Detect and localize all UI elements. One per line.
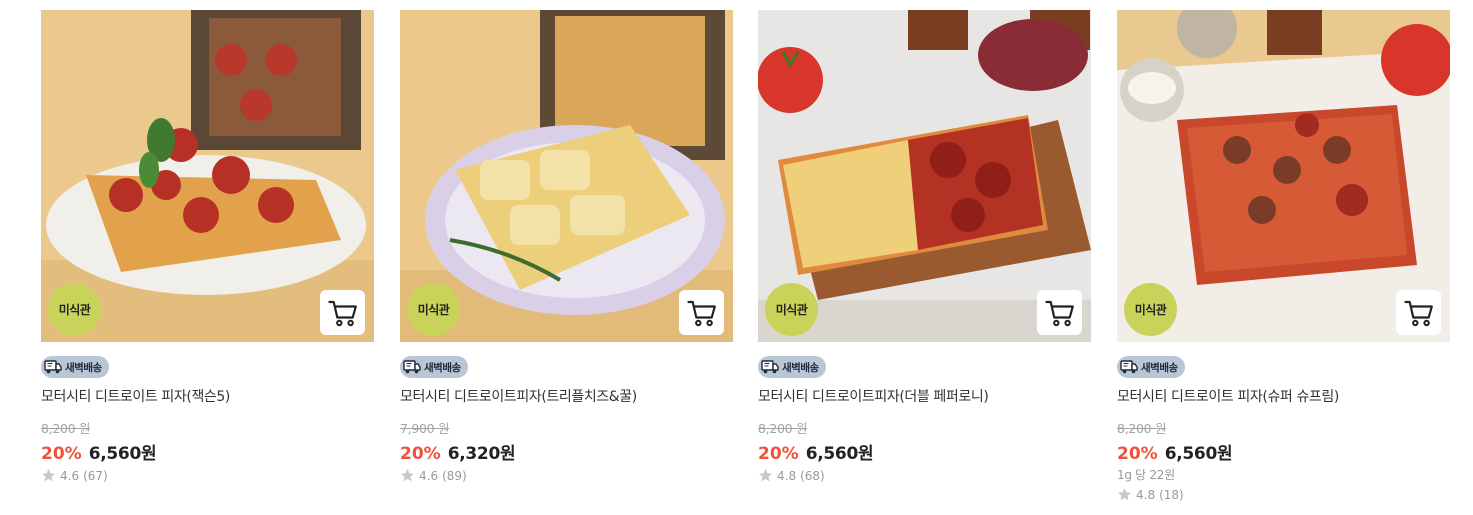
rating: 4.6 (89) <box>400 468 467 483</box>
sale-price: 6,560원 <box>88 444 157 464</box>
product-image[interactable]: 미식관 <box>41 10 374 342</box>
truck-icon <box>1120 359 1138 375</box>
product-card[interactable]: 미식관 새벽배송 모터시티 디트로이트피자(더블 페퍼로니) 8,200 원 2… <box>758 10 1091 510</box>
cart-icon <box>687 299 717 327</box>
delivery-label: 새벽배송 <box>424 361 461 374</box>
truck-icon <box>403 359 421 375</box>
sale-price: 6,560원 <box>1164 444 1233 464</box>
original-price: 8,200 원 <box>758 421 808 436</box>
discount-rate: 20% <box>1117 444 1158 464</box>
original-price: 7,900 원 <box>400 421 450 436</box>
original-price: 8,200 원 <box>41 421 91 436</box>
product-card[interactable]: 미식관 새벽배송 모터시티 디트로이트피자(트리플치즈&꿀) 7,900 원 2… <box>400 10 733 510</box>
rating: 4.6 (67) <box>41 468 108 483</box>
unit-price: 1g 당 22원 <box>1117 468 1175 482</box>
add-to-cart-button[interactable] <box>679 290 724 335</box>
product-image[interactable]: 미식관 <box>758 10 1091 342</box>
review-count: (89) <box>442 468 467 483</box>
truck-icon <box>761 359 779 375</box>
price-row: 20% 6,320원 <box>400 439 516 464</box>
review-count: (67) <box>83 468 108 483</box>
brand-badge: 미식관 <box>1124 283 1177 336</box>
rating-score: 4.6 <box>419 468 439 483</box>
star-icon <box>1117 487 1132 502</box>
delivery-label: 새벽배송 <box>1141 361 1178 374</box>
brand-badge: 미식관 <box>765 283 818 336</box>
delivery-label: 새벽배송 <box>65 361 102 374</box>
product-name[interactable]: 모터시티 디트로이트피자(더블 페퍼로니) <box>758 386 989 406</box>
add-to-cart-button[interactable] <box>1396 290 1441 335</box>
delivery-badge: 새벽배송 <box>1117 356 1185 378</box>
cart-icon <box>1045 299 1075 327</box>
rating: 4.8 (68) <box>758 468 825 483</box>
star-icon <box>41 468 56 483</box>
cart-icon <box>328 299 358 327</box>
delivery-badge: 새벽배송 <box>758 356 826 378</box>
sale-price: 6,560원 <box>805 444 874 464</box>
rating: 4.8 (18) <box>1117 487 1184 502</box>
brand-badge: 미식관 <box>48 283 101 336</box>
product-image[interactable]: 미식관 <box>400 10 733 342</box>
product-image[interactable]: 미식관 <box>1117 10 1450 342</box>
product-grid: 미식관 새벽배송 모터시티 디트로이트 피자(잭슨5) 8,200 원 20% … <box>41 10 1451 510</box>
rating-score: 4.6 <box>60 468 80 483</box>
price-row: 20% 6,560원 <box>758 439 874 464</box>
delivery-badge: 새벽배송 <box>41 356 109 378</box>
product-name[interactable]: 모터시티 디트로이트 피자(슈퍼 슈프림) <box>1117 386 1339 406</box>
product-name[interactable]: 모터시티 디트로이트 피자(잭슨5) <box>41 386 230 406</box>
product-name[interactable]: 모터시티 디트로이트피자(트리플치즈&꿀) <box>400 386 637 406</box>
add-to-cart-button[interactable] <box>1037 290 1082 335</box>
discount-rate: 20% <box>758 444 799 464</box>
star-icon <box>400 468 415 483</box>
delivery-label: 새벽배송 <box>782 361 819 374</box>
discount-rate: 20% <box>41 444 82 464</box>
review-count: (18) <box>1159 487 1184 502</box>
rating-score: 4.8 <box>777 468 797 483</box>
rating-score: 4.8 <box>1136 487 1156 502</box>
star-icon <box>758 468 773 483</box>
original-price: 8,200 원 <box>1117 421 1167 436</box>
price-row: 20% 6,560원 <box>41 439 157 464</box>
truck-icon <box>44 359 62 375</box>
discount-rate: 20% <box>400 444 441 464</box>
sale-price: 6,320원 <box>447 444 516 464</box>
delivery-badge: 새벽배송 <box>400 356 468 378</box>
brand-badge: 미식관 <box>407 283 460 336</box>
product-card[interactable]: 미식관 새벽배송 모터시티 디트로이트 피자(슈퍼 슈프림) 8,200 원 2… <box>1117 10 1450 510</box>
review-count: (68) <box>800 468 825 483</box>
add-to-cart-button[interactable] <box>320 290 365 335</box>
price-row: 20% 6,560원 <box>1117 439 1233 464</box>
product-card[interactable]: 미식관 새벽배송 모터시티 디트로이트 피자(잭슨5) 8,200 원 20% … <box>41 10 374 510</box>
cart-icon <box>1404 299 1434 327</box>
